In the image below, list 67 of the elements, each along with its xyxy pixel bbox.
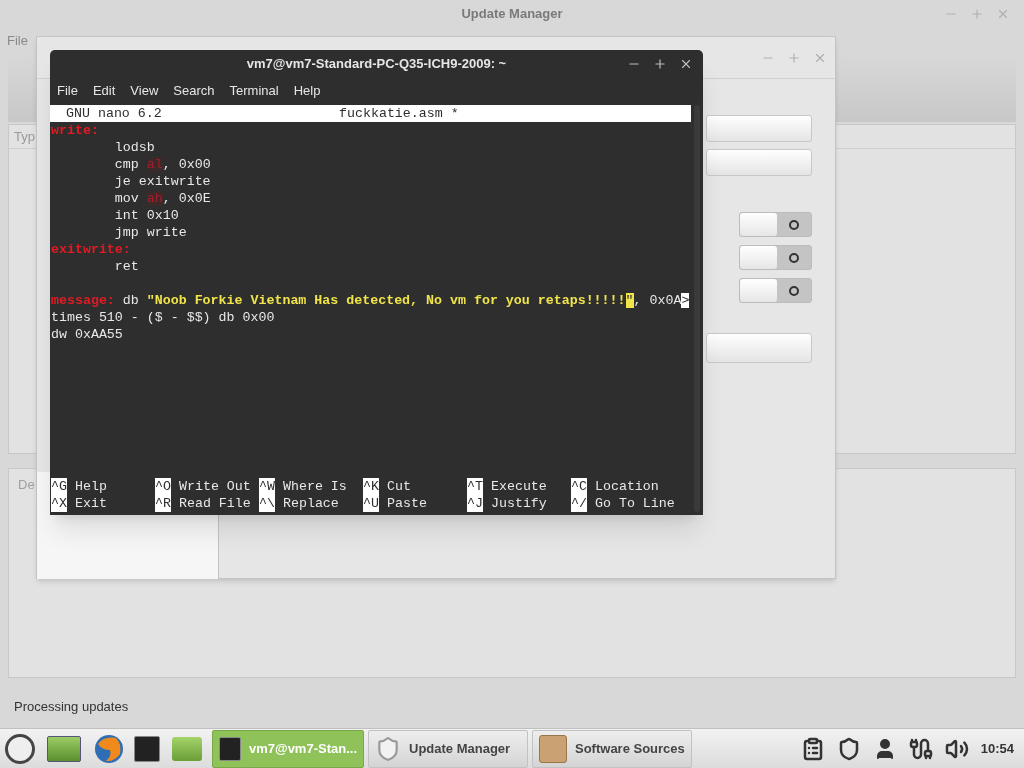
code-line: int 0x10 (113, 207, 179, 224)
menu-item[interactable]: File (57, 80, 78, 101)
shortcut-key: ^T (467, 478, 483, 495)
maximize-button[interactable] (653, 57, 667, 71)
folder-icon[interactable] (172, 736, 202, 761)
shortcut-label: Location (594, 478, 659, 495)
shortcut-label: Paste (386, 495, 427, 512)
code-line: lodsb (113, 139, 155, 156)
window-title: Update Manager (461, 5, 563, 24)
shortcut-label: Where Is (282, 478, 347, 495)
code-line: dw 0xAA55 (51, 326, 123, 343)
shortcut-label: Exit (74, 495, 107, 512)
close-button[interactable] (679, 57, 693, 71)
taskbar-window-button[interactable]: Update Manager (368, 730, 528, 768)
shortcut-key: ^O (155, 478, 171, 495)
menu-logo-icon[interactable] (5, 733, 35, 764)
terminal-icon[interactable] (134, 735, 160, 762)
status-text: Processing updates (14, 697, 129, 716)
shortcut-key: ^/ (571, 495, 587, 512)
menu-item[interactable]: Edit (92, 80, 116, 101)
shortcut-key: ^W (259, 478, 275, 495)
menu-item[interactable]: Search (173, 80, 215, 101)
code-line: message: db "Noob Forkie Vietnam Has detected, No vm for you retaps!!!!!", 0x0A> (51, 292, 690, 309)
package-icon (539, 735, 567, 763)
shortcut-key: ^G (51, 478, 67, 495)
desktop-icon[interactable] (47, 735, 81, 762)
code-line: times 510 - ($ - $$) db 0x00 (51, 309, 275, 326)
code-line: cmp al, 0x00 (113, 156, 211, 173)
off-indicator-icon (789, 285, 799, 296)
off-indicator-icon (789, 252, 799, 263)
shortcut-label: Help (74, 478, 107, 495)
shortcut-key: ^K (363, 478, 379, 495)
shortcut-key: ^X (51, 495, 67, 512)
globe-icon[interactable] (94, 733, 124, 764)
code-line: jmp write (113, 224, 187, 241)
toggle-switch[interactable] (739, 212, 812, 237)
terminal-icon (219, 737, 241, 761)
clock[interactable]: 10:54 (980, 738, 1014, 759)
shortcut-label: Go To Line (594, 495, 675, 512)
shortcut-label: Justify (490, 495, 547, 512)
shortcut-key: ^\ (259, 495, 275, 512)
shield-icon (375, 736, 401, 762)
menu-item[interactable]: Help (293, 80, 321, 101)
code-line: ret (113, 258, 139, 275)
taskbar-window-button[interactable]: Software Sources (532, 730, 692, 768)
network-icon[interactable] (908, 736, 933, 761)
shortcut-label: Execute (490, 478, 547, 495)
nano-version: GNU nano 6.2 (66, 105, 162, 122)
code-line: write: (51, 122, 99, 139)
code-line: exitwrite: (51, 241, 131, 258)
shortcut-label: Cut (386, 478, 411, 495)
shortcut-key: ^C (571, 478, 587, 495)
off-indicator-icon (789, 219, 799, 230)
toggle-switch[interactable] (739, 245, 812, 270)
shortcut-label: Read File (178, 495, 251, 512)
code-line: mov ah, 0x0E (113, 190, 211, 207)
shortcut-label: Replace (282, 495, 339, 512)
toggle-switch[interactable] (739, 278, 812, 303)
shortcut-key: ^U (363, 495, 379, 512)
shortcut-key: ^J (467, 495, 483, 512)
menu-item[interactable]: Terminal (229, 80, 279, 101)
code-line: je exitwrite (113, 173, 211, 190)
window-title: vm7@vm7-Standard-PC-Q35-ICH9-2009: ~ (246, 55, 507, 74)
menu-item[interactable]: View (130, 80, 159, 101)
shortcut-label: Write Out (178, 478, 251, 495)
shortcut-key: ^R (155, 495, 171, 512)
file-name: fuckkatie.asm * (339, 105, 459, 122)
